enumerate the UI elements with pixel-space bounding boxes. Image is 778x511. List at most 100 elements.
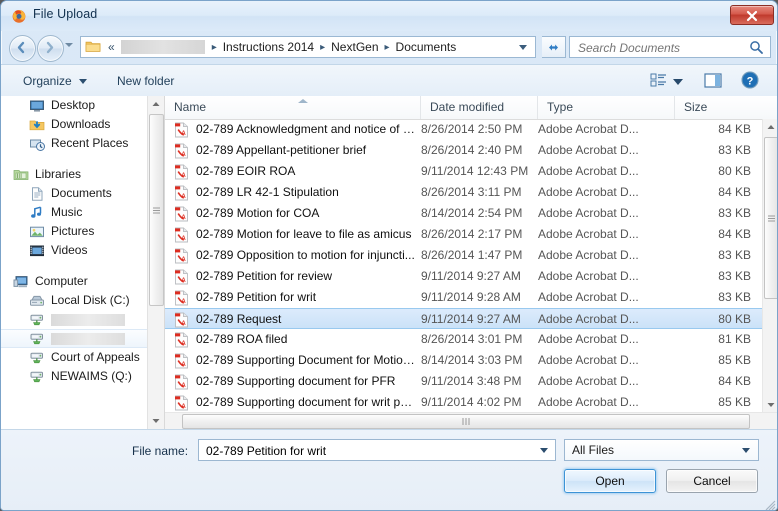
table-row[interactable]: A 02-789 Appellant-petitioner brief8/26/… (165, 140, 763, 161)
sidebar-item-downloads[interactable]: Downloads (1, 115, 164, 134)
folder-icon (85, 39, 101, 56)
chevron-down-icon[interactable] (519, 45, 527, 50)
help-button[interactable]: ? (740, 70, 760, 93)
file-list-horizontal-scrollbar[interactable] (165, 412, 778, 429)
table-row[interactable]: A 02-789 Opposition to motion for injunc… (165, 245, 763, 266)
sidebar-item-libraries[interactable]: Libraries (1, 165, 164, 184)
breadcrumb-item-1[interactable]: NextGen (330, 38, 379, 56)
sidebar-item-music[interactable]: Music (1, 203, 164, 222)
sidebar-item-recent-places[interactable]: Recent Places (1, 134, 164, 153)
search-box[interactable] (569, 36, 771, 58)
open-button[interactable]: Open (564, 469, 656, 493)
cancel-button[interactable]: Cancel (666, 469, 758, 493)
sidebar-item-documents[interactable]: Documents (1, 184, 164, 203)
pdf-file-icon: A (174, 332, 189, 350)
history-dropdown-button[interactable] (65, 43, 73, 47)
search-input[interactable] (576, 39, 750, 57)
main-content: DesktopDownloadsRecent Places LibrariesDo… (1, 96, 778, 429)
file-name-cell: A 02-789 Supporting document for PFR (174, 371, 416, 392)
view-mode-button[interactable] (649, 70, 669, 93)
table-row[interactable]: A 02-789 EOIR ROA9/11/2014 12:43 PMAdobe… (165, 161, 763, 182)
table-row[interactable]: A 02-789 Petition for writ9/11/2014 9:28… (165, 287, 763, 308)
refresh-button[interactable] (542, 36, 566, 58)
table-row[interactable]: A 02-789 Motion for leave to file as ami… (165, 224, 763, 245)
chevron-up-icon (148, 96, 164, 112)
sidebar-item-label: Computer (35, 272, 88, 291)
chevron-up-icon (763, 119, 778, 135)
pdf-file-icon: A (174, 122, 189, 140)
breadcrumb-item-0[interactable]: Instructions 2014 (222, 38, 315, 56)
scroll-down-button[interactable] (763, 397, 778, 413)
organize-button[interactable]: Organize (17, 72, 78, 90)
table-row[interactable]: A 02-789 Supporting Document for Motion.… (165, 350, 763, 371)
file-name-text: 02-789 Opposition to motion for injuncti… (196, 248, 415, 262)
table-row[interactable]: A 02-789 Supporting document for writ pe… (165, 392, 763, 413)
sidebar-item-pictures[interactable]: Pictures (1, 222, 164, 241)
sidebar-scrollbar[interactable] (147, 96, 164, 429)
chevron-down-icon[interactable] (540, 448, 548, 453)
help-icon: ? (740, 70, 760, 90)
column-header-name[interactable]: Name (165, 96, 421, 119)
forward-button[interactable] (37, 35, 64, 62)
file-list-hscrollbar-thumb[interactable] (182, 414, 750, 429)
file-name-cell: A 02-789 Motion for leave to file as ami… (174, 224, 416, 245)
file-name-label: File name: (132, 444, 188, 458)
chevron-down-icon[interactable] (79, 79, 87, 84)
table-row[interactable]: A 02-789 Request9/11/2014 9:27 AMAdobe A… (165, 308, 763, 329)
new-folder-button[interactable]: New folder (111, 72, 180, 90)
column-header-size[interactable]: Size (675, 96, 763, 119)
sidebar-item-redacted-drive[interactable] (1, 329, 164, 348)
title-bar: File Upload (1, 1, 778, 31)
sidebar-item-desktop[interactable]: Desktop (1, 96, 164, 115)
column-header-type[interactable]: Type (538, 96, 675, 119)
chevron-down-icon (148, 413, 164, 429)
sidebar-item-videos[interactable]: Videos (1, 241, 164, 260)
sidebar-item-newaims-q[interactable]: NEWAIMS (Q:) (1, 367, 164, 386)
scroll-down-button[interactable] (148, 413, 164, 429)
file-list-vertical-scrollbar[interactable] (762, 119, 778, 413)
scroll-up-button[interactable] (148, 96, 164, 112)
pdf-file-icon: A (174, 185, 189, 203)
table-row[interactable]: A 02-789 LR 42-1 Stipulation 8/26/2014 3:… (165, 182, 763, 203)
table-row[interactable]: A 02-789 Petition for review9/11/2014 9:… (165, 266, 763, 287)
breadcrumb[interactable]: « ▸ Instructions 2014 ▸ NextGen ▸ Docume… (80, 36, 536, 58)
file-name-cell: A 02-789 Acknowledgment and notice of a.… (174, 119, 416, 140)
svg-text:A: A (181, 362, 186, 368)
close-button[interactable] (730, 5, 774, 25)
scroll-up-button[interactable] (763, 119, 778, 135)
date-modified-cell: 8/26/2014 3:11 PM (421, 182, 534, 203)
date-modified-cell: 9/11/2014 4:02 PM (421, 392, 534, 413)
file-name-text: 02-789 Supporting document for PFR (196, 374, 395, 388)
table-row[interactable]: A 02-789 Motion for COA8/14/2014 2:54 PM… (165, 203, 763, 224)
file-name-cell: A 02-789 Petition for review (174, 266, 416, 287)
resize-grip-icon[interactable] (764, 499, 776, 511)
file-name-cell: A 02-789 Motion for COA (174, 203, 416, 224)
redacted-label (51, 333, 125, 345)
sidebar-item-computer[interactable]: Computer (1, 272, 164, 291)
table-row[interactable]: A 02-789 Supporting document for PFR9/11… (165, 371, 763, 392)
file-type-select[interactable]: All Files (564, 439, 759, 461)
sidebar-item-court-of-appeals[interactable]: Court of Appeals (1, 348, 164, 367)
breadcrumb-item-2[interactable]: Documents (395, 38, 458, 56)
file-list-scrollbar-thumb[interactable] (764, 137, 778, 299)
pdf-file-icon: A (174, 353, 189, 371)
file-name-input[interactable] (204, 442, 538, 460)
sidebar-item-redacted-drive[interactable] (1, 310, 164, 329)
file-upload-dialog: File Upload « (0, 0, 778, 511)
breadcrumb-overflow-button[interactable]: « (104, 40, 119, 54)
column-header-date-modified[interactable]: Date modified (421, 96, 538, 119)
table-row[interactable]: A 02-789 ROA filed8/26/2014 3:01 PMAdobe… (165, 329, 763, 350)
back-button[interactable] (9, 35, 36, 62)
date-modified-cell: 8/26/2014 2:17 PM (421, 224, 534, 245)
sidebar-scrollbar-thumb[interactable] (149, 114, 164, 306)
file-size-cell: 84 KB (675, 182, 751, 203)
file-type-cell: Adobe Acrobat D... (538, 350, 671, 371)
table-row[interactable]: A 02-789 Acknowledgment and notice of a.… (165, 119, 763, 140)
file-name-field[interactable] (198, 439, 556, 461)
recent-places-icon (29, 136, 45, 152)
file-name-cell: A 02-789 Request (174, 309, 416, 330)
preview-pane-button[interactable] (702, 70, 724, 93)
view-mode-dropdown[interactable] (673, 79, 683, 85)
sidebar-item-local-disk-c[interactable]: Local Disk (C:) (1, 291, 164, 310)
file-name-text: 02-789 LR 42-1 Stipulation (196, 185, 339, 199)
